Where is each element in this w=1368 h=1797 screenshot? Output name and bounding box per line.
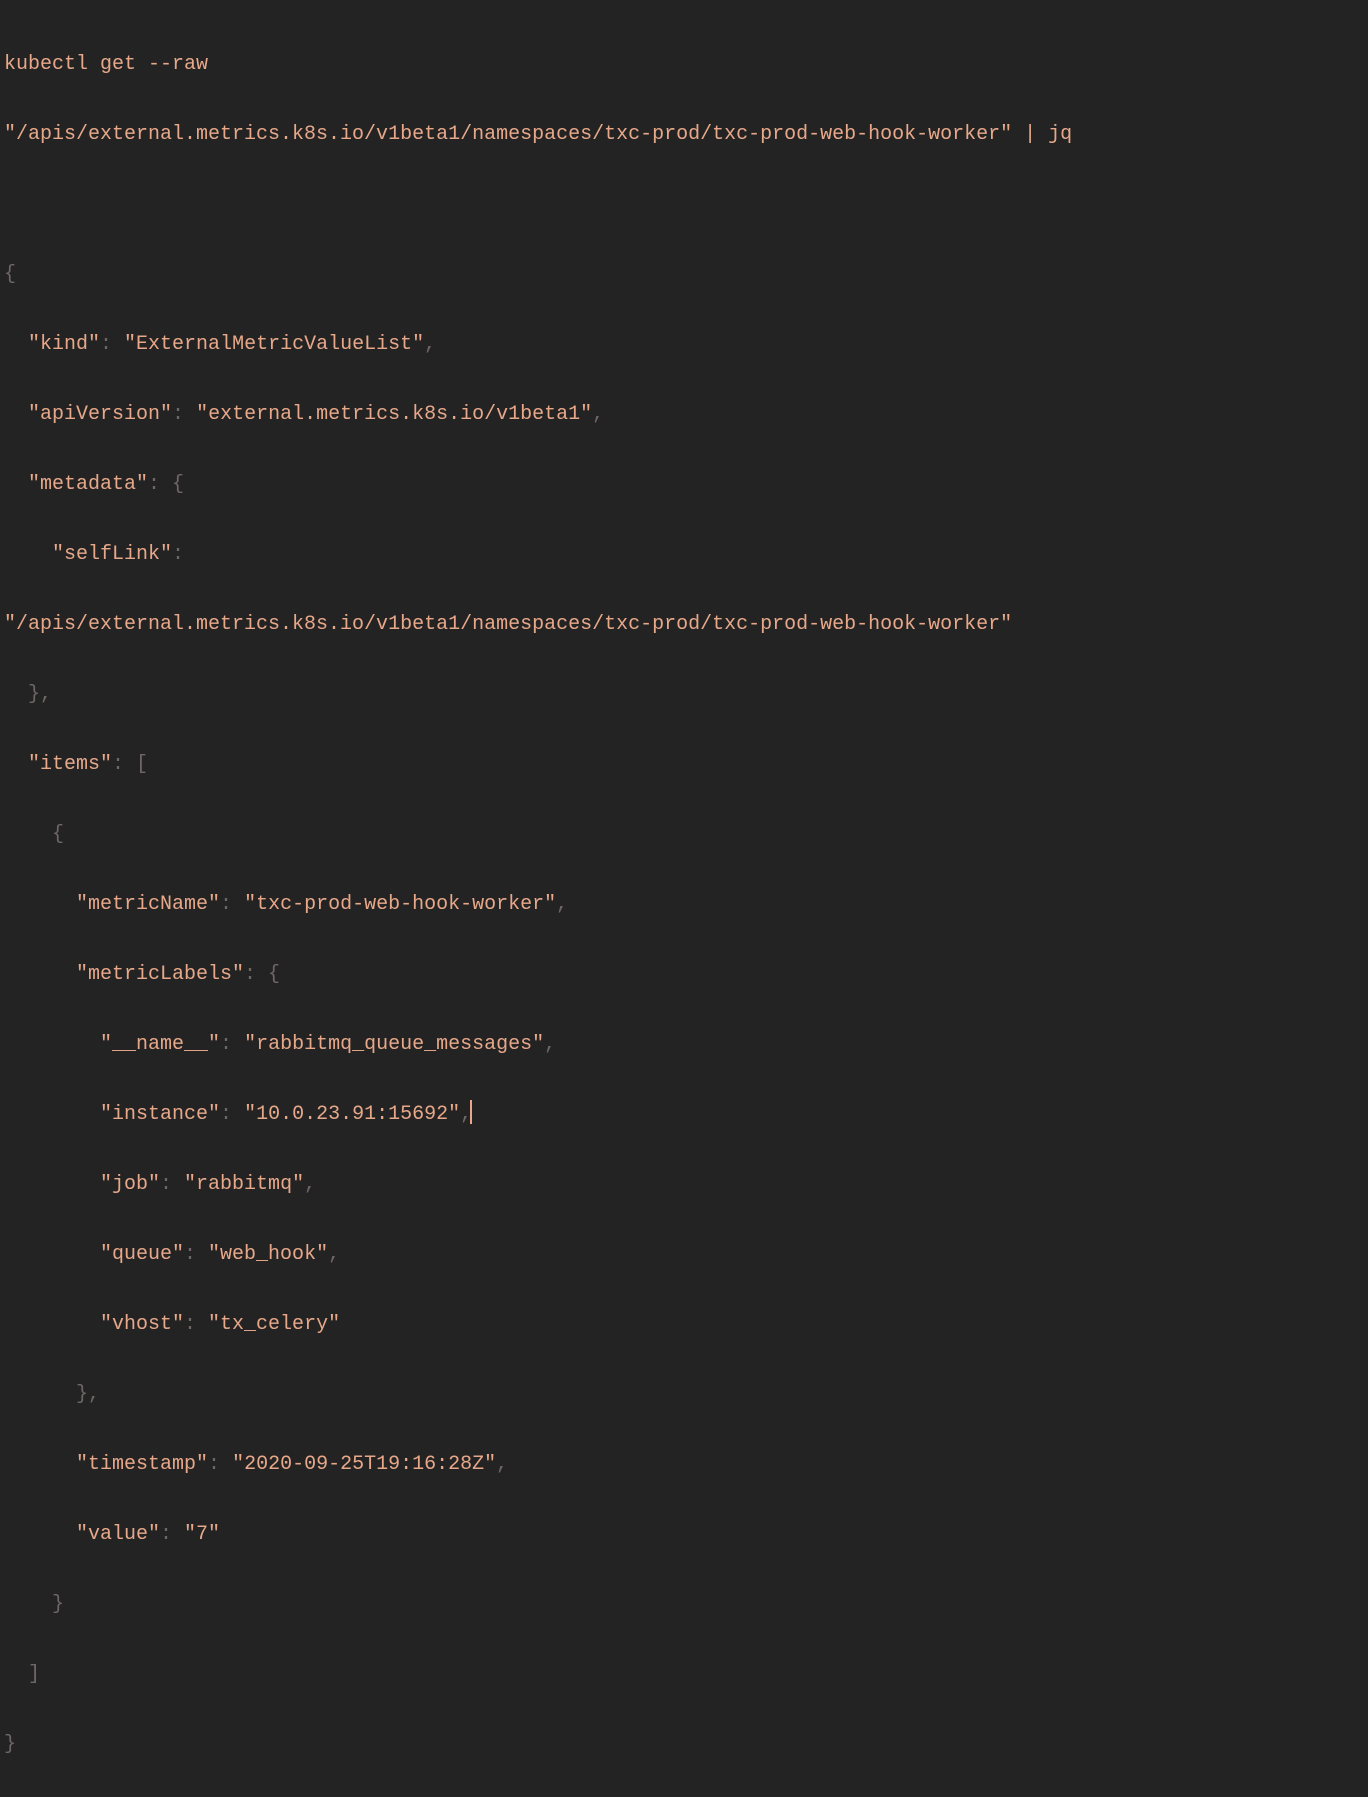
command-line-1: kubectl get --raw [0, 47, 1368, 82]
json-selflink-val: "/apis/external.metrics.k8s.io/v1beta1/n… [0, 607, 1368, 642]
command-text-1: kubectl get --raw [4, 53, 208, 76]
json-timestamp: "timestamp": "2020-09-25T19:16:28Z", [0, 1447, 1368, 1482]
json-metriclabels-close: }, [0, 1377, 1368, 1412]
json-close-brace: } [0, 1727, 1368, 1762]
json-item-close: } [0, 1587, 1368, 1622]
json-metadata-open: "metadata": { [0, 467, 1368, 502]
json-vhost: "vhost": "tx_celery" [0, 1307, 1368, 1342]
blank-line [0, 187, 1368, 222]
terminal-output: kubectl get --raw "/apis/external.metric… [0, 0, 1368, 1797]
json-value: "value": "7" [0, 1517, 1368, 1552]
json-items-open: "items": [ [0, 747, 1368, 782]
json-apiversion: "apiVersion": "external.metrics.k8s.io/v… [0, 397, 1368, 432]
json-name: "__name__": "rabbitmq_queue_messages", [0, 1027, 1368, 1062]
json-items-close: ] [0, 1657, 1368, 1692]
json-metadata-close: }, [0, 677, 1368, 712]
json-instance: "instance": "10.0.23.91:15692", [0, 1097, 1368, 1132]
json-item-open: { [0, 817, 1368, 852]
text-cursor [470, 1100, 472, 1124]
json-metriclabels-open: "metricLabels": { [0, 957, 1368, 992]
command-line-2: "/apis/external.metrics.k8s.io/v1beta1/n… [0, 117, 1368, 152]
json-open-brace: { [0, 257, 1368, 292]
json-kind: "kind": "ExternalMetricValueList", [0, 327, 1368, 362]
command-text-2: "/apis/external.metrics.k8s.io/v1beta1/n… [4, 123, 1072, 146]
json-queue: "queue": "web_hook", [0, 1237, 1368, 1272]
json-metricname: "metricName": "txc-prod-web-hook-worker"… [0, 887, 1368, 922]
json-job: "job": "rabbitmq", [0, 1167, 1368, 1202]
json-selflink-key: "selfLink": [0, 537, 1368, 572]
